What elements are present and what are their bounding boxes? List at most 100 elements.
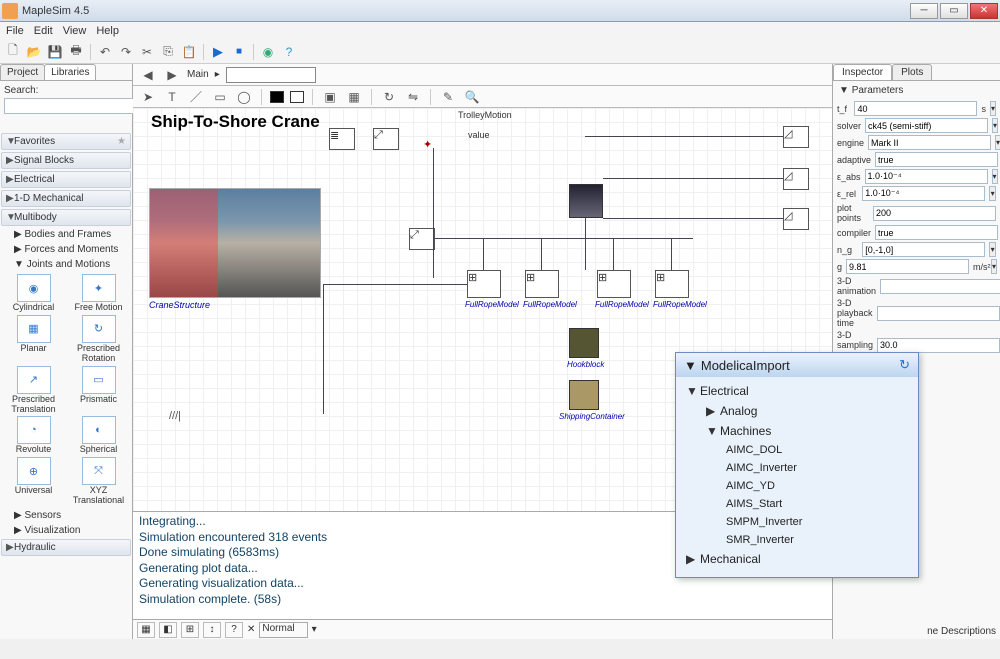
tab-libraries[interactable]: Libraries bbox=[44, 64, 96, 80]
canvas-tab-main[interactable]: Main bbox=[187, 69, 209, 80]
cat-signal-blocks[interactable]: ▶Signal Blocks bbox=[1, 152, 131, 169]
photo-block-top[interactable] bbox=[569, 184, 603, 218]
status-btn-3[interactable]: ⊞ bbox=[181, 622, 199, 638]
scope-3[interactable]: ◿ bbox=[783, 208, 809, 230]
param-erel[interactable] bbox=[862, 186, 985, 201]
param-sampling[interactable] bbox=[877, 338, 1000, 353]
stop-icon[interactable]: ■ bbox=[230, 43, 248, 61]
fullrope-4[interactable]: ⊞ bbox=[655, 270, 689, 298]
status-mode-combo[interactable]: Normal bbox=[259, 622, 307, 638]
help-icon[interactable]: ? bbox=[280, 43, 298, 61]
copy-icon[interactable]: ⎘ bbox=[159, 43, 177, 61]
universal-icon[interactable]: ⊕ bbox=[17, 457, 51, 485]
modelica-item[interactable]: AIMC_Inverter bbox=[676, 459, 918, 477]
modelica-machines[interactable]: ▼Machines bbox=[676, 421, 918, 441]
rect-icon[interactable]: ▭ bbox=[211, 88, 229, 106]
cat-hydraulic[interactable]: ▶Hydraulic bbox=[1, 539, 131, 556]
param-ng[interactable] bbox=[862, 242, 985, 257]
modelica-item[interactable]: AIMS_Start bbox=[676, 495, 918, 513]
status-btn-4[interactable]: ↕ bbox=[203, 622, 221, 638]
cat-favorites[interactable]: ▼Favorites★ bbox=[1, 133, 131, 150]
nav-back-icon[interactable]: ◀ bbox=[139, 66, 157, 84]
dropdown-icon[interactable]: ▾ bbox=[989, 186, 996, 201]
modelica-item[interactable]: AIMC_YD bbox=[676, 477, 918, 495]
sub-forces-moments[interactable]: ▶ Forces and Moments bbox=[0, 242, 132, 257]
modelica-analog[interactable]: ▶Analog bbox=[676, 401, 918, 421]
ungroup-icon[interactable]: ▦ bbox=[345, 88, 363, 106]
redo-icon[interactable]: ↷ bbox=[117, 43, 135, 61]
ramp-block[interactable]: ⤢ bbox=[373, 128, 399, 150]
sub-joints-motions[interactable]: ▼ Joints and Motions bbox=[0, 257, 132, 272]
modelica-electrical[interactable]: ▼Electrical bbox=[676, 381, 918, 401]
dropdown-icon[interactable]: ▾ bbox=[991, 259, 997, 274]
param-solver[interactable] bbox=[865, 118, 988, 133]
maximize-button[interactable]: ▭ bbox=[940, 3, 968, 19]
status-btn-1[interactable]: ▦ bbox=[137, 622, 155, 638]
modelica-item[interactable]: SMR_Inverter bbox=[676, 531, 918, 549]
status-btn-2[interactable]: ◧ bbox=[159, 622, 177, 638]
close-button[interactable]: ✕ bbox=[970, 3, 998, 19]
dropdown-icon[interactable]: ▾ bbox=[992, 169, 998, 184]
minimize-button[interactable]: ─ bbox=[910, 3, 938, 19]
cut-icon[interactable]: ✂ bbox=[138, 43, 156, 61]
scope-1[interactable]: ◿ bbox=[783, 126, 809, 148]
prescribedrot-icon[interactable]: ↻ bbox=[82, 315, 116, 343]
search-input[interactable] bbox=[4, 98, 138, 114]
xyz-icon[interactable]: ⤧ bbox=[82, 457, 116, 485]
rotate-icon[interactable]: ↻ bbox=[380, 88, 398, 106]
dropdown-icon[interactable]: ▾ bbox=[989, 242, 996, 257]
modelica-item[interactable]: SMPM_Inverter bbox=[676, 513, 918, 531]
sub-visualization[interactable]: ▶ Visualization bbox=[0, 523, 132, 538]
tab-plots[interactable]: Plots bbox=[892, 64, 932, 80]
menu-edit[interactable]: Edit bbox=[34, 25, 53, 37]
freemotion-icon[interactable]: ✦ bbox=[82, 274, 116, 302]
menu-view[interactable]: View bbox=[63, 25, 87, 37]
globe-icon[interactable]: ◉ bbox=[259, 43, 277, 61]
print-icon[interactable]: 🖶 bbox=[67, 43, 85, 61]
crane-image[interactable] bbox=[149, 188, 321, 298]
canvas-path-combo[interactable] bbox=[226, 67, 316, 83]
spherical-icon[interactable]: ◐ bbox=[82, 416, 116, 444]
joint-node[interactable]: ✦ bbox=[423, 138, 432, 151]
param-adaptive[interactable] bbox=[875, 152, 998, 167]
tab-inspector[interactable]: Inspector bbox=[833, 64, 892, 80]
fullrope-2[interactable]: ⊞ bbox=[525, 270, 559, 298]
undo-icon[interactable]: ↶ bbox=[96, 43, 114, 61]
fullrope-3[interactable]: ⊞ bbox=[597, 270, 631, 298]
menu-file[interactable]: File bbox=[6, 25, 24, 37]
cat-electrical[interactable]: ▶Electrical bbox=[1, 171, 131, 188]
fullrope-1[interactable]: ⊞ bbox=[467, 270, 501, 298]
param-engine[interactable] bbox=[868, 135, 991, 150]
group-icon[interactable]: ▣ bbox=[321, 88, 339, 106]
bgcolor-swatch[interactable] bbox=[290, 91, 304, 103]
planar-icon[interactable]: ▦ bbox=[17, 315, 51, 343]
cylindrical-icon[interactable]: ◉ bbox=[17, 274, 51, 302]
sub-sensors[interactable]: ▶ Sensors bbox=[0, 508, 132, 523]
menu-help[interactable]: Help bbox=[96, 25, 119, 37]
param-playback[interactable] bbox=[877, 306, 1000, 321]
ellipse-icon[interactable]: ◯ bbox=[235, 88, 253, 106]
modelica-mechanical[interactable]: ▶Mechanical bbox=[676, 549, 918, 569]
prismatic-icon[interactable]: ▭ bbox=[82, 366, 116, 394]
hookblock-photo[interactable] bbox=[569, 328, 599, 358]
save-icon[interactable]: 💾 bbox=[46, 43, 64, 61]
new-icon[interactable]: 🗋 bbox=[4, 43, 22, 61]
line-icon[interactable]: ／ bbox=[187, 88, 205, 106]
open-icon[interactable]: 📂 bbox=[25, 43, 43, 61]
nav-fwd-icon[interactable]: ▶ bbox=[163, 66, 181, 84]
container-photo[interactable] bbox=[569, 380, 599, 410]
pencil-icon[interactable]: ✎ bbox=[439, 88, 457, 106]
param-eabs[interactable] bbox=[865, 169, 988, 184]
annotation-block[interactable]: ≣ bbox=[329, 128, 355, 150]
refresh-icon[interactable]: ↻ bbox=[899, 357, 910, 373]
cat-1d-mechanical[interactable]: ▶1-D Mechanical bbox=[1, 190, 131, 207]
paste-icon[interactable]: 📋 bbox=[180, 43, 198, 61]
text-icon[interactable]: T bbox=[163, 88, 181, 106]
modelica-item[interactable]: AIMC_DOL bbox=[676, 441, 918, 459]
param-anim3d[interactable] bbox=[880, 279, 1000, 294]
dropdown-icon[interactable]: ▾ bbox=[990, 101, 996, 116]
revolute-icon[interactable]: ◔ bbox=[17, 416, 51, 444]
dropdown-icon[interactable]: ▾ bbox=[992, 118, 998, 133]
cat-multibody[interactable]: ▼Multibody bbox=[1, 209, 131, 226]
dropdown-icon[interactable]: ▾ bbox=[995, 135, 1000, 150]
